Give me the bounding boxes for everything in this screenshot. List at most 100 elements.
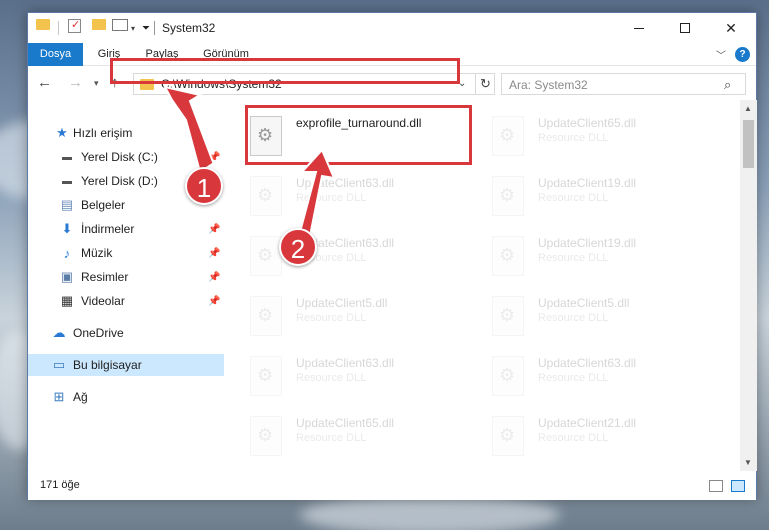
file-item[interactable]: UpdateClient19.dll Resource DLL <box>488 232 718 288</box>
expand-ribbon-icon[interactable]: ﹀ <box>716 47 726 62</box>
sidebar-item-onedrive[interactable]: ☁ OneDrive <box>28 322 224 344</box>
file-type: Resource DLL <box>538 192 609 204</box>
pin-icon[interactable]: 📌 <box>208 248 220 259</box>
help-icon[interactable]: ? <box>735 47 750 62</box>
maximize-button[interactable] <box>662 13 708 43</box>
file-item[interactable]: UpdateClient63.dll Resource DLL <box>246 352 476 408</box>
computer-icon: ▭ <box>52 357 66 372</box>
file-type: Resource DLL <box>538 132 609 144</box>
document-icon: ▤ <box>60 197 74 212</box>
file-type: Resource DLL <box>296 432 367 444</box>
file-name: UpdateClient21.dll <box>538 416 637 430</box>
dll-file-icon <box>250 176 282 216</box>
title-separator <box>154 21 155 35</box>
sidebar-item-pictures[interactable]: ▣ Resimler 📌 <box>28 266 224 288</box>
new-folder-icon[interactable] <box>92 19 106 30</box>
address-highlight-box <box>110 58 460 84</box>
pin-icon[interactable]: 📌 <box>208 272 220 283</box>
scroll-up-icon[interactable]: ▲ <box>744 104 752 113</box>
file-type: Resource DLL <box>296 192 367 204</box>
file-item[interactable]: UpdateClient63.dll Resource DLL <box>246 172 476 228</box>
folder-icon <box>36 19 50 30</box>
refresh-icon[interactable]: ↻ <box>475 74 495 94</box>
file-name: UpdateClient63.dll <box>296 176 395 190</box>
minimize-button[interactable] <box>616 13 662 43</box>
back-arrow-icon[interactable]: ← <box>37 74 52 91</box>
chevron-down-icon[interactable]: ▾ <box>131 19 135 37</box>
window-title: System32 <box>162 21 216 35</box>
recent-locations-icon[interactable]: ▾ <box>94 78 99 89</box>
dll-file-icon <box>250 356 282 396</box>
status-bar: 171 öğe <box>28 471 756 500</box>
file-item[interactable]: UpdateClient21.dll Resource DLL <box>488 412 718 468</box>
dll-file-icon <box>250 236 282 276</box>
properties-icon[interactable] <box>68 18 81 33</box>
download-icon: ⬇ <box>61 221 73 236</box>
dll-file-icon <box>250 416 282 456</box>
pin-icon[interactable]: 📌 <box>208 224 220 235</box>
dll-file-icon <box>492 236 524 276</box>
sidebar-item-music[interactable]: ♪ Müzik 📌 <box>28 242 224 264</box>
sidebar-item-downloads[interactable]: ⬇ İndirmeler 📌 <box>28 218 224 240</box>
vertical-scrollbar[interactable]: ▲ ▼ <box>740 100 757 471</box>
file-type: Resource DLL <box>538 312 609 324</box>
file-name: UpdateClient5.dll <box>538 296 630 310</box>
dll-file-icon <box>492 116 524 156</box>
item-count: 171 öğe <box>40 479 80 491</box>
sidebar-item-quick-access[interactable]: ★ Hızlı erişim <box>28 122 224 144</box>
file-name: UpdateClient63.dll <box>538 356 637 370</box>
file-item[interactable]: UpdateClient5.dll Resource DLL <box>488 292 718 348</box>
search-input[interactable]: Ara: System32 ⌕ <box>501 73 746 95</box>
step-1-badge: 1 <box>185 167 223 205</box>
step-2-badge: 2 <box>279 228 317 266</box>
dll-file-icon <box>492 416 524 456</box>
file-type: Resource DLL <box>538 432 609 444</box>
file-item[interactable]: UpdateClient19.dll Resource DLL <box>488 172 718 228</box>
file-name: UpdateClient65.dll <box>538 116 637 130</box>
tab-file[interactable]: Dosya <box>28 43 83 66</box>
drive-icon: ▬ <box>62 175 72 187</box>
pin-icon[interactable]: 📌 <box>208 296 220 307</box>
sidebar-item-videos[interactable]: ▦ Videolar 📌 <box>28 290 224 312</box>
scroll-thumb[interactable] <box>743 120 754 168</box>
file-item[interactable]: UpdateClient65.dll Resource DLL <box>246 412 476 468</box>
drive-icon: ▬ <box>62 151 72 163</box>
forward-arrow-icon[interactable]: → <box>68 74 83 91</box>
file-explorer-window: ▾ ⏷ System32 ✕ Dosya Giriş Paylaş Görünü… <box>27 12 757 500</box>
music-icon: ♪ <box>63 245 71 261</box>
sidebar-item-network[interactable]: ⊞ Ağ <box>28 386 224 408</box>
title-bar: ▾ ⏷ System32 ✕ <box>28 13 756 43</box>
cloud-icon: ☁ <box>52 325 66 340</box>
file-name: UpdateClient5.dll <box>296 296 388 310</box>
file-type: Resource DLL <box>296 372 367 384</box>
star-icon: ★ <box>56 125 68 140</box>
file-item[interactable]: UpdateClient63.dll Resource DLL <box>488 352 718 408</box>
pin-icon[interactable]: 📌 <box>208 152 220 163</box>
file-type: Resource DLL <box>538 372 609 384</box>
sidebar-item-local-disk-c[interactable]: ▬ Yerel Disk (C:) 📌 <box>28 146 224 168</box>
view-options-icon[interactable] <box>112 19 128 31</box>
file-item[interactable]: UpdateClient65.dll Resource DLL <box>488 112 718 168</box>
sidebar-item-this-pc[interactable]: ▭ Bu bilgisayar <box>28 354 224 376</box>
dll-file-icon <box>492 356 524 396</box>
dll-file-icon <box>492 176 524 216</box>
video-icon: ▦ <box>60 293 74 308</box>
large-icons-view-icon[interactable] <box>731 480 745 492</box>
scroll-down-icon[interactable]: ▼ <box>744 458 752 467</box>
network-icon: ⊞ <box>53 389 65 404</box>
file-type: Resource DLL <box>296 312 367 324</box>
search-placeholder: Ara: System32 <box>509 78 588 92</box>
details-view-icon[interactable] <box>709 480 723 492</box>
search-icon[interactable]: ⌕ <box>724 77 731 93</box>
toolbar-separator <box>58 21 59 35</box>
customize-toolbar-icon[interactable]: ⏷ <box>142 19 150 37</box>
file-highlight-box <box>245 105 472 165</box>
file-item[interactable]: UpdateClient5.dll Resource DLL <box>246 292 476 348</box>
dll-file-icon <box>492 296 524 336</box>
file-name: UpdateClient65.dll <box>296 416 395 430</box>
pictures-icon: ▣ <box>60 269 74 284</box>
close-button[interactable]: ✕ <box>708 13 754 43</box>
file-name: UpdateClient19.dll <box>538 176 637 190</box>
file-type: Resource DLL <box>538 252 609 264</box>
file-name: UpdateClient19.dll <box>538 236 637 250</box>
